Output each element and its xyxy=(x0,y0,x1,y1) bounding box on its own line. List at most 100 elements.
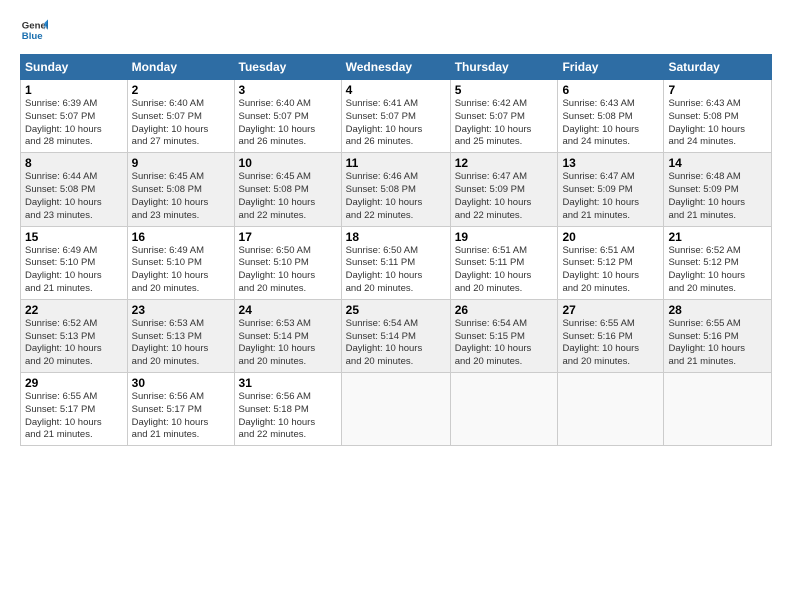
day-info: Sunrise: 6:56 AM Sunset: 5:17 PM Dayligh… xyxy=(132,391,230,442)
day-info: Sunrise: 6:45 AM Sunset: 5:08 PM Dayligh… xyxy=(132,171,230,222)
day-number: 23 xyxy=(132,303,230,317)
calendar-cell: 9Sunrise: 6:45 AM Sunset: 5:08 PM Daylig… xyxy=(127,153,234,226)
day-number: 11 xyxy=(346,156,446,170)
calendar-cell: 31Sunrise: 6:56 AM Sunset: 5:18 PM Dayli… xyxy=(234,373,341,446)
day-number: 9 xyxy=(132,156,230,170)
calendar-cell: 30Sunrise: 6:56 AM Sunset: 5:17 PM Dayli… xyxy=(127,373,234,446)
svg-text:General: General xyxy=(22,20,48,31)
calendar-cell: 2Sunrise: 6:40 AM Sunset: 5:07 PM Daylig… xyxy=(127,80,234,153)
day-number: 7 xyxy=(668,83,767,97)
day-info: Sunrise: 6:50 AM Sunset: 5:10 PM Dayligh… xyxy=(239,245,337,296)
day-number: 21 xyxy=(668,230,767,244)
day-info: Sunrise: 6:46 AM Sunset: 5:08 PM Dayligh… xyxy=(346,171,446,222)
day-info: Sunrise: 6:55 AM Sunset: 5:17 PM Dayligh… xyxy=(25,391,123,442)
calendar-cell: 17Sunrise: 6:50 AM Sunset: 5:10 PM Dayli… xyxy=(234,226,341,299)
calendar-table: SundayMondayTuesdayWednesdayThursdayFrid… xyxy=(20,54,772,446)
day-info: Sunrise: 6:55 AM Sunset: 5:16 PM Dayligh… xyxy=(668,318,767,369)
day-info: Sunrise: 6:49 AM Sunset: 5:10 PM Dayligh… xyxy=(25,245,123,296)
day-number: 26 xyxy=(455,303,554,317)
day-info: Sunrise: 6:52 AM Sunset: 5:13 PM Dayligh… xyxy=(25,318,123,369)
day-info: Sunrise: 6:44 AM Sunset: 5:08 PM Dayligh… xyxy=(25,171,123,222)
day-info: Sunrise: 6:51 AM Sunset: 5:12 PM Dayligh… xyxy=(562,245,659,296)
day-info: Sunrise: 6:43 AM Sunset: 5:08 PM Dayligh… xyxy=(668,98,767,149)
calendar-cell: 19Sunrise: 6:51 AM Sunset: 5:11 PM Dayli… xyxy=(450,226,558,299)
day-info: Sunrise: 6:54 AM Sunset: 5:15 PM Dayligh… xyxy=(455,318,554,369)
logo-icon: General Blue xyxy=(20,16,48,44)
day-info: Sunrise: 6:42 AM Sunset: 5:07 PM Dayligh… xyxy=(455,98,554,149)
calendar-cell: 7Sunrise: 6:43 AM Sunset: 5:08 PM Daylig… xyxy=(664,80,772,153)
day-info: Sunrise: 6:41 AM Sunset: 5:07 PM Dayligh… xyxy=(346,98,446,149)
day-info: Sunrise: 6:56 AM Sunset: 5:18 PM Dayligh… xyxy=(239,391,337,442)
calendar-cell: 18Sunrise: 6:50 AM Sunset: 5:11 PM Dayli… xyxy=(341,226,450,299)
calendar-cell: 28Sunrise: 6:55 AM Sunset: 5:16 PM Dayli… xyxy=(664,299,772,372)
day-number: 1 xyxy=(25,83,123,97)
calendar-cell xyxy=(664,373,772,446)
day-info: Sunrise: 6:52 AM Sunset: 5:12 PM Dayligh… xyxy=(668,245,767,296)
col-header-tuesday: Tuesday xyxy=(234,55,341,80)
day-info: Sunrise: 6:51 AM Sunset: 5:11 PM Dayligh… xyxy=(455,245,554,296)
svg-text:Blue: Blue xyxy=(22,31,43,42)
day-info: Sunrise: 6:50 AM Sunset: 5:11 PM Dayligh… xyxy=(346,245,446,296)
day-number: 30 xyxy=(132,376,230,390)
day-number: 10 xyxy=(239,156,337,170)
calendar-cell: 21Sunrise: 6:52 AM Sunset: 5:12 PM Dayli… xyxy=(664,226,772,299)
calendar-cell: 11Sunrise: 6:46 AM Sunset: 5:08 PM Dayli… xyxy=(341,153,450,226)
calendar-cell: 23Sunrise: 6:53 AM Sunset: 5:13 PM Dayli… xyxy=(127,299,234,372)
day-number: 15 xyxy=(25,230,123,244)
calendar-cell xyxy=(558,373,664,446)
col-header-friday: Friday xyxy=(558,55,664,80)
day-number: 29 xyxy=(25,376,123,390)
day-number: 8 xyxy=(25,156,123,170)
calendar-cell: 5Sunrise: 6:42 AM Sunset: 5:07 PM Daylig… xyxy=(450,80,558,153)
calendar-cell: 3Sunrise: 6:40 AM Sunset: 5:07 PM Daylig… xyxy=(234,80,341,153)
day-number: 14 xyxy=(668,156,767,170)
calendar-cell: 6Sunrise: 6:43 AM Sunset: 5:08 PM Daylig… xyxy=(558,80,664,153)
day-number: 16 xyxy=(132,230,230,244)
col-header-sunday: Sunday xyxy=(21,55,128,80)
day-number: 31 xyxy=(239,376,337,390)
col-header-wednesday: Wednesday xyxy=(341,55,450,80)
col-header-monday: Monday xyxy=(127,55,234,80)
calendar-cell: 24Sunrise: 6:53 AM Sunset: 5:14 PM Dayli… xyxy=(234,299,341,372)
logo: General Blue xyxy=(20,16,52,44)
calendar-cell: 4Sunrise: 6:41 AM Sunset: 5:07 PM Daylig… xyxy=(341,80,450,153)
day-number: 5 xyxy=(455,83,554,97)
day-info: Sunrise: 6:49 AM Sunset: 5:10 PM Dayligh… xyxy=(132,245,230,296)
calendar-cell xyxy=(341,373,450,446)
day-info: Sunrise: 6:43 AM Sunset: 5:08 PM Dayligh… xyxy=(562,98,659,149)
day-number: 20 xyxy=(562,230,659,244)
day-number: 25 xyxy=(346,303,446,317)
day-info: Sunrise: 6:39 AM Sunset: 5:07 PM Dayligh… xyxy=(25,98,123,149)
calendar-cell: 26Sunrise: 6:54 AM Sunset: 5:15 PM Dayli… xyxy=(450,299,558,372)
day-info: Sunrise: 6:54 AM Sunset: 5:14 PM Dayligh… xyxy=(346,318,446,369)
calendar-cell: 29Sunrise: 6:55 AM Sunset: 5:17 PM Dayli… xyxy=(21,373,128,446)
day-info: Sunrise: 6:45 AM Sunset: 5:08 PM Dayligh… xyxy=(239,171,337,222)
day-number: 17 xyxy=(239,230,337,244)
day-number: 22 xyxy=(25,303,123,317)
day-number: 6 xyxy=(562,83,659,97)
day-info: Sunrise: 6:40 AM Sunset: 5:07 PM Dayligh… xyxy=(239,98,337,149)
day-number: 3 xyxy=(239,83,337,97)
col-header-thursday: Thursday xyxy=(450,55,558,80)
calendar-cell: 8Sunrise: 6:44 AM Sunset: 5:08 PM Daylig… xyxy=(21,153,128,226)
day-number: 28 xyxy=(668,303,767,317)
calendar-cell: 14Sunrise: 6:48 AM Sunset: 5:09 PM Dayli… xyxy=(664,153,772,226)
day-number: 27 xyxy=(562,303,659,317)
day-number: 12 xyxy=(455,156,554,170)
col-header-saturday: Saturday xyxy=(664,55,772,80)
day-number: 19 xyxy=(455,230,554,244)
day-info: Sunrise: 6:47 AM Sunset: 5:09 PM Dayligh… xyxy=(562,171,659,222)
day-number: 4 xyxy=(346,83,446,97)
page: General Blue SundayMondayTuesdayWednesda… xyxy=(0,0,792,456)
calendar-cell xyxy=(450,373,558,446)
calendar-cell: 1Sunrise: 6:39 AM Sunset: 5:07 PM Daylig… xyxy=(21,80,128,153)
day-number: 13 xyxy=(562,156,659,170)
calendar-cell: 25Sunrise: 6:54 AM Sunset: 5:14 PM Dayli… xyxy=(341,299,450,372)
calendar-cell: 16Sunrise: 6:49 AM Sunset: 5:10 PM Dayli… xyxy=(127,226,234,299)
calendar-cell: 10Sunrise: 6:45 AM Sunset: 5:08 PM Dayli… xyxy=(234,153,341,226)
calendar-cell: 15Sunrise: 6:49 AM Sunset: 5:10 PM Dayli… xyxy=(21,226,128,299)
day-number: 2 xyxy=(132,83,230,97)
calendar-cell: 12Sunrise: 6:47 AM Sunset: 5:09 PM Dayli… xyxy=(450,153,558,226)
calendar-cell: 27Sunrise: 6:55 AM Sunset: 5:16 PM Dayli… xyxy=(558,299,664,372)
day-info: Sunrise: 6:53 AM Sunset: 5:13 PM Dayligh… xyxy=(132,318,230,369)
